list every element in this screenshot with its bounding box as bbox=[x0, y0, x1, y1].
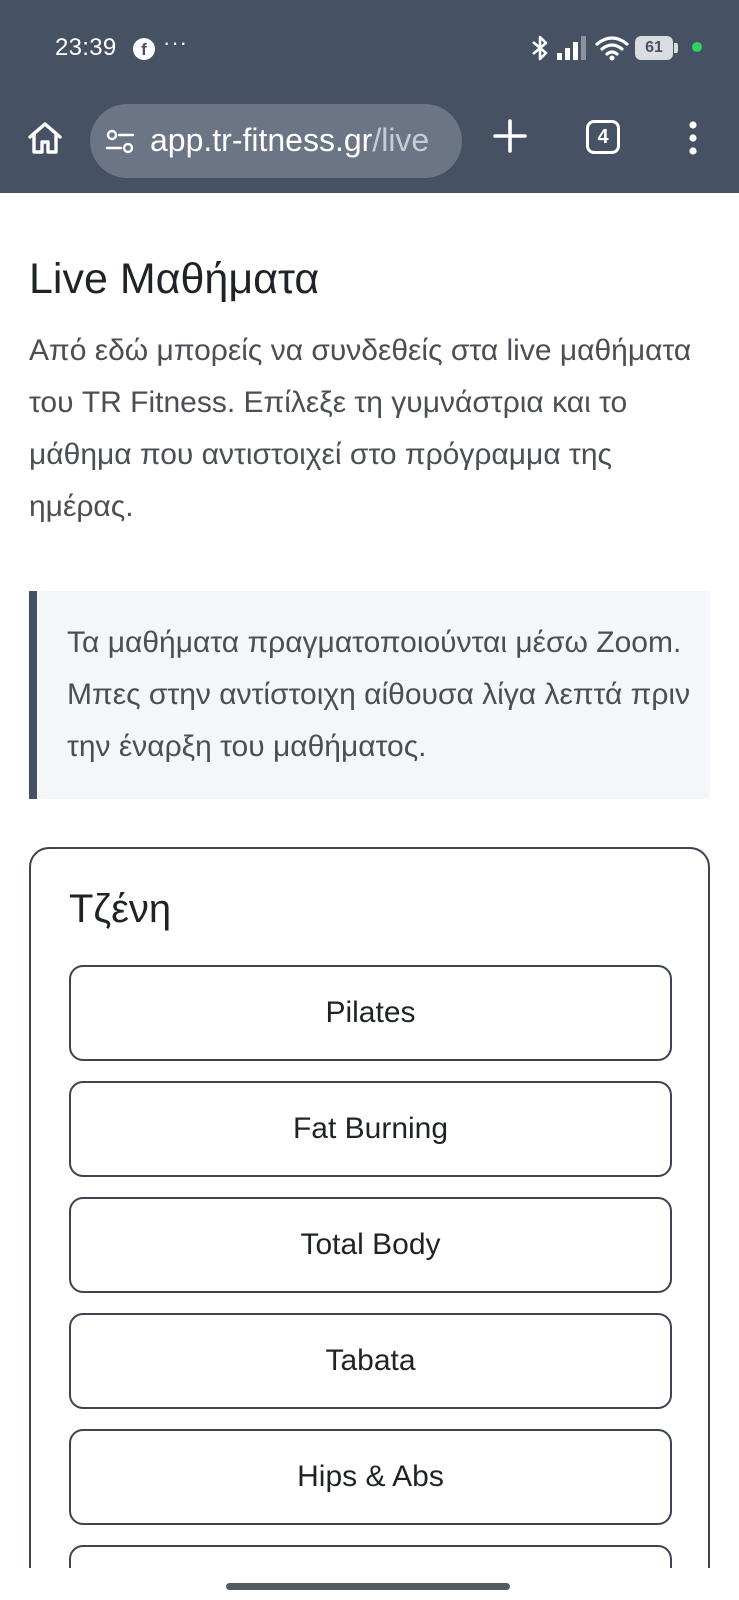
class-button-pilates[interactable]: Pilates bbox=[69, 965, 672, 1061]
facebook-icon: f bbox=[133, 38, 155, 60]
browser-chrome: 23:39 f ··· 61 app.tr-fitness.gr/live 4 bbox=[0, 0, 739, 193]
address-bar[interactable]: app.tr-fitness.gr/live bbox=[90, 104, 462, 178]
class-button-tabata[interactable]: Tabata bbox=[69, 1313, 672, 1409]
home-icon[interactable] bbox=[25, 118, 65, 158]
intro-text: Από εδώ μπορείς να συνδεθείς στα live μα… bbox=[29, 334, 692, 523]
site-info-icon[interactable] bbox=[105, 129, 135, 155]
trainer-name: Τζένη bbox=[69, 887, 172, 931]
tab-switcher-icon[interactable]: 4 bbox=[586, 120, 620, 154]
browser-toolbar: app.tr-fitness.gr/live 4 bbox=[0, 96, 739, 193]
info-notice: Τα μαθήματα πραγματοποιούνται μέσω Zoom.… bbox=[29, 591, 710, 799]
wifi-icon bbox=[595, 36, 629, 61]
page-content: Live Μαθήματα Από εδώ μπορείς να συνδεθε… bbox=[0, 193, 739, 1568]
class-button-total-body[interactable]: Total Body bbox=[69, 1197, 672, 1293]
url-path: /live bbox=[372, 122, 430, 158]
class-button-partial[interactable] bbox=[69, 1545, 672, 1568]
class-button-hips-abs[interactable]: Hips & Abs bbox=[69, 1429, 672, 1525]
notice-text: Τα μαθήματα πραγματοποιούνται μέσω Zoom.… bbox=[67, 626, 691, 763]
battery-icon: 61 bbox=[635, 36, 673, 60]
bluetooth-icon bbox=[532, 35, 548, 61]
more-notifications-icon: ··· bbox=[163, 30, 188, 55]
class-button-fat-burning[interactable]: Fat Burning bbox=[69, 1081, 672, 1177]
home-indicator[interactable] bbox=[226, 1583, 510, 1590]
page-title: Live Μαθήματα bbox=[29, 255, 320, 303]
signal-icon bbox=[557, 36, 586, 60]
status-icons: 61 bbox=[499, 0, 739, 96]
trainer-card: Τζένη Pilates Fat Burning Total Body Tab… bbox=[29, 847, 710, 1568]
url-text: app.tr-fitness.gr/live bbox=[150, 122, 429, 159]
status-bar: 23:39 f ··· 61 bbox=[0, 0, 739, 96]
menu-icon[interactable] bbox=[683, 118, 703, 158]
status-time: 23:39 bbox=[55, 34, 117, 61]
battery-tip bbox=[674, 43, 678, 53]
url-host: app.tr-fitness.gr bbox=[150, 122, 373, 158]
gesture-nav-area bbox=[0, 1568, 739, 1600]
new-tab-icon[interactable] bbox=[490, 116, 530, 156]
privacy-dot-icon bbox=[692, 42, 702, 52]
